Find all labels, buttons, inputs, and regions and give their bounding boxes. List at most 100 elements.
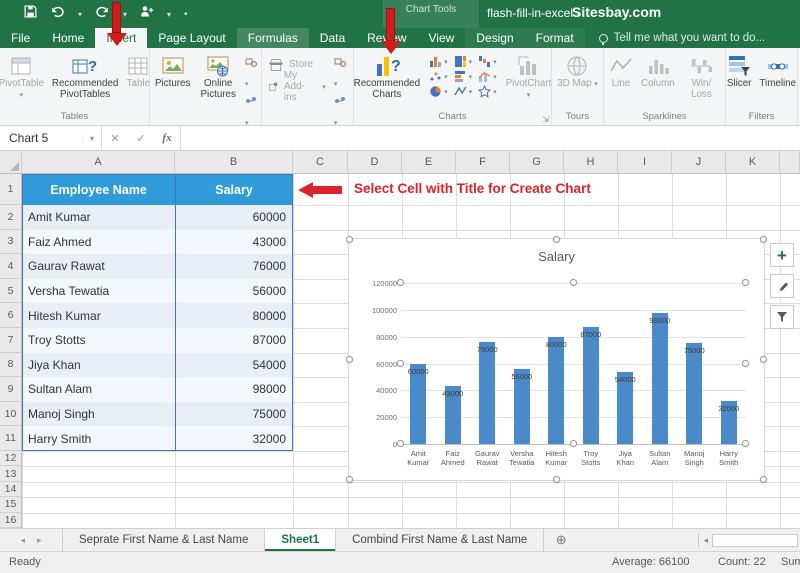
cell-salary[interactable]: 60000: [175, 205, 293, 230]
column-header-I[interactable]: I: [618, 151, 672, 173]
cell-salary[interactable]: 80000: [175, 303, 293, 328]
row-header-7[interactable]: 7: [0, 328, 22, 353]
cell-salary[interactable]: 43000: [175, 230, 293, 255]
row-header-9[interactable]: 9: [0, 377, 22, 402]
scatter-chart-icon[interactable]: ▾: [429, 70, 448, 83]
share-person-icon[interactable]: [140, 5, 154, 23]
plot-area-handle[interactable]: [570, 440, 577, 447]
row-header-16[interactable]: 16: [0, 513, 22, 528]
recent-addin-icon[interactable]: ▾: [334, 55, 349, 91]
waterfall-chart-icon[interactable]: ▾: [478, 55, 497, 68]
column-header-J[interactable]: J: [672, 151, 726, 173]
ribbon-tab-home[interactable]: Home: [41, 28, 95, 48]
timeline-button[interactable]: Timeline: [756, 51, 799, 92]
column-header-B[interactable]: B: [175, 151, 293, 173]
pie-chart-icon[interactable]: ▾: [429, 85, 448, 98]
cell-name[interactable]: Jiya Khan: [22, 353, 175, 378]
sheet-nav-left-icon[interactable]: ◂: [20, 535, 25, 546]
online-pictures-button[interactable]: Online Pictures: [195, 51, 241, 102]
bar-chart-icon[interactable]: ▾: [454, 70, 473, 83]
cell-salary[interactable]: 75000: [175, 402, 293, 427]
worksheet-grid[interactable]: ABCDEFGHIJK 12345678910111213141516Emplo…: [0, 151, 800, 528]
row-header-13[interactable]: 13: [0, 466, 22, 481]
chart-bar[interactable]: [652, 313, 668, 444]
chart-frame-handle[interactable]: [346, 476, 353, 483]
column-header-E[interactable]: E: [402, 151, 456, 173]
cell-name[interactable]: Amit Kumar: [22, 205, 175, 230]
select-all-corner[interactable]: [0, 151, 22, 173]
plot-area-handle[interactable]: [397, 440, 404, 447]
row-header-5[interactable]: 5: [0, 279, 22, 304]
dialog-launcher-icon[interactable]: ⇲: [542, 115, 549, 124]
row-header-3[interactable]: 3: [0, 230, 22, 255]
chart-frame-handle[interactable]: [760, 356, 767, 363]
cell-name[interactable]: Harry Smith: [22, 426, 175, 451]
recommended-charts-button[interactable]: ?Recommended Charts: [351, 51, 423, 102]
column-header-G[interactable]: G: [510, 151, 564, 173]
pictures-button[interactable]: Pictures: [152, 51, 193, 92]
cell-salary[interactable]: 54000: [175, 353, 293, 378]
chart-styles-button[interactable]: [770, 274, 794, 298]
sheet-tab-combind-first-name-last-name[interactable]: Combind First Name & Last Name: [336, 529, 544, 551]
row-header-2[interactable]: 2: [0, 205, 22, 230]
line-chart-icon[interactable]: ▾: [454, 85, 473, 98]
cell-name[interactable]: Manoj Singh: [22, 402, 175, 427]
column-header-D[interactable]: D: [348, 151, 402, 173]
chart-frame-handle[interactable]: [760, 476, 767, 483]
cell-name[interactable]: Troy Stotts: [22, 328, 175, 353]
cell-salary[interactable]: 76000: [175, 254, 293, 279]
cell-name[interactable]: Gaurav Rawat: [22, 254, 175, 279]
undo-caret-icon[interactable]: ▾: [78, 10, 82, 19]
undo-icon[interactable]: [50, 5, 65, 23]
redo-icon[interactable]: [95, 5, 110, 23]
save-icon[interactable]: [24, 5, 37, 23]
my-add-ins-button[interactable]: My Add-ins ▾: [264, 77, 330, 96]
chart-frame-handle[interactable]: [553, 476, 560, 483]
column-chart-icon[interactable]: ▾: [429, 55, 448, 68]
cell-salary[interactable]: 32000: [175, 426, 293, 451]
row-header-6[interactable]: 6: [0, 303, 22, 328]
ribbon-tab-format[interactable]: Format: [525, 28, 585, 48]
chart-bar[interactable]: [410, 364, 426, 445]
cell-name[interactable]: Faiz Ahmed: [22, 230, 175, 255]
name-box[interactable]: Chart 5 ▾: [0, 126, 102, 150]
plot-area-handle[interactable]: [397, 279, 404, 286]
cancel-formula-icon[interactable]: ✕: [102, 132, 128, 145]
ribbon-tab-design[interactable]: Design: [465, 28, 524, 48]
table-header-salary[interactable]: Salary: [175, 174, 293, 205]
chart-frame-handle[interactable]: [760, 236, 767, 243]
cell-salary[interactable]: 98000: [175, 377, 293, 402]
cell-salary[interactable]: 56000: [175, 279, 293, 304]
combo-chart-icon[interactable]: ▾: [478, 70, 497, 83]
shapes-icon[interactable]: ▾: [245, 55, 257, 91]
chart-bar[interactable]: [479, 342, 495, 444]
qat-more-icon[interactable]: •: [184, 9, 188, 20]
cell-salary[interactable]: 87000: [175, 328, 293, 353]
column-header-H[interactable]: H: [564, 151, 618, 173]
row-header-10[interactable]: 10: [0, 402, 22, 427]
embedded-chart[interactable]: Salary0200004000060000800001000001200006…: [348, 238, 765, 481]
enter-formula-icon[interactable]: ✓: [128, 132, 154, 145]
row-header-12[interactable]: 12: [0, 451, 22, 466]
scroll-left-icon[interactable]: ◂: [703, 535, 708, 546]
plot-area-handle[interactable]: [397, 360, 404, 367]
new-sheet-button[interactable]: ⊕: [544, 529, 578, 551]
formula-input[interactable]: [181, 126, 800, 150]
chart-bar[interactable]: [686, 343, 702, 444]
scrollbar-thumb[interactable]: [712, 534, 798, 547]
slicer-button[interactable]: Slicer: [724, 51, 755, 92]
column-header-F[interactable]: F: [456, 151, 510, 173]
cell-name[interactable]: Sultan Alam: [22, 377, 175, 402]
column-header-C[interactable]: C: [293, 151, 348, 173]
chart-frame-handle[interactable]: [346, 356, 353, 363]
plot-area-handle[interactable]: [742, 440, 749, 447]
row-header-8[interactable]: 8: [0, 353, 22, 378]
row-header-14[interactable]: 14: [0, 482, 22, 497]
row-header-15[interactable]: 15: [0, 497, 22, 512]
ribbon-tab-data[interactable]: Data: [309, 28, 356, 48]
sheet-nav-right-icon[interactable]: ▸: [37, 535, 42, 546]
row-header-11[interactable]: 11: [0, 426, 22, 451]
cell-name[interactable]: Hitesh Kumar: [22, 303, 175, 328]
chart-frame-handle[interactable]: [553, 236, 560, 243]
horizontal-scrollbar[interactable]: ◂: [698, 529, 800, 551]
